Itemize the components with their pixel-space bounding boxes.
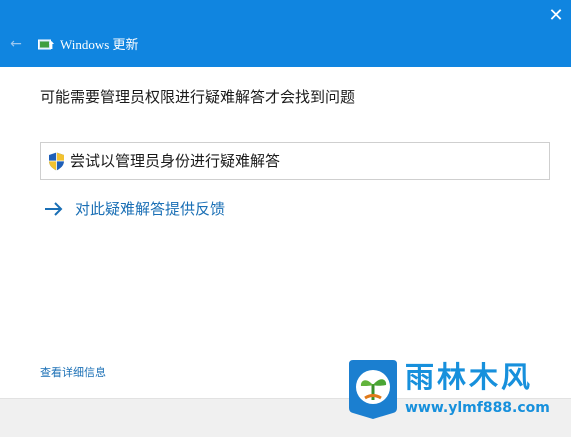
watermark: 雨林木风 www.ylmf888.com bbox=[347, 358, 567, 430]
watermark-url: www.ylmf888.com bbox=[405, 400, 550, 416]
windows-update-icon bbox=[38, 39, 54, 50]
back-arrow-icon: ← bbox=[10, 36, 22, 52]
run-as-admin-label: 尝试以管理员身份进行疑难解答 bbox=[70, 152, 281, 170]
view-details-link[interactable]: 查看详细信息 bbox=[40, 365, 106, 381]
page-heading: 可能需要管理员权限进行疑难解答才会找到问题 bbox=[40, 88, 356, 106]
title-bar: ← Windows 更新 ✕ bbox=[0, 0, 571, 67]
window-title: Windows 更新 bbox=[60, 37, 139, 52]
close-icon: ✕ bbox=[548, 5, 564, 26]
close-button[interactable]: ✕ bbox=[546, 6, 566, 26]
right-arrow-icon bbox=[45, 202, 63, 216]
feedback-link-label: 对此疑难解答提供反馈 bbox=[75, 200, 226, 218]
run-as-admin-button[interactable]: 尝试以管理员身份进行疑难解答 bbox=[40, 142, 550, 180]
uac-shield-icon bbox=[49, 152, 64, 171]
watermark-brand: 雨林木风 bbox=[405, 360, 534, 394]
ylmf-logo-icon bbox=[349, 360, 397, 419]
back-button[interactable]: ← bbox=[8, 36, 24, 52]
